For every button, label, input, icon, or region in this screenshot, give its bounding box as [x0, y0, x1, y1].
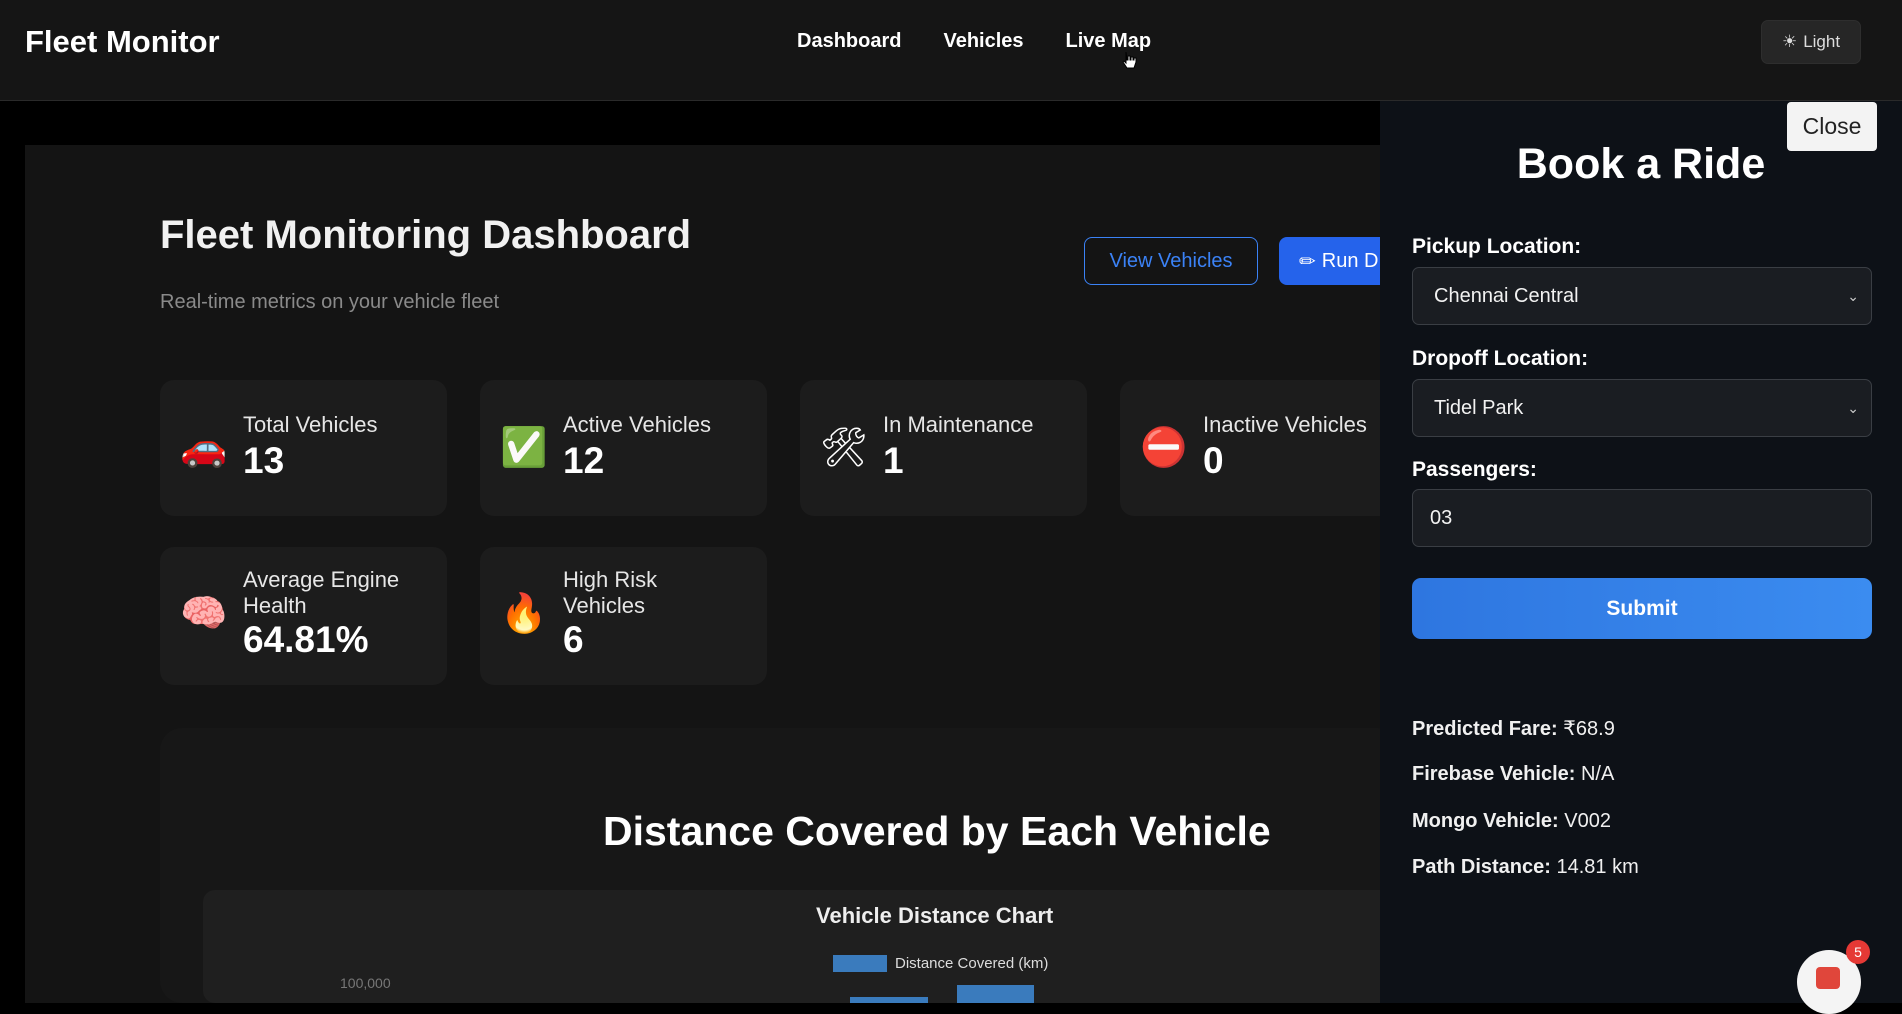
stat-value: 13: [243, 440, 285, 481]
stat-card-high-risk: 🔥 High Risk Vehicles 6: [480, 547, 767, 685]
main-nav: Dashboard Vehicles Live Map: [797, 30, 1151, 53]
result-value: 14.81 km: [1556, 856, 1639, 878]
fire-icon: 🔥: [500, 593, 548, 635]
result-path-distance: Path Distance: 14.81 km: [1412, 856, 1639, 879]
stat-value: 12: [563, 440, 605, 481]
stat-label: Total Vehicles: [243, 412, 378, 437]
page-title: Fleet Monitoring Dashboard: [160, 213, 692, 257]
stat-label: Active Vehicles: [563, 412, 711, 437]
brain-icon: 🧠: [180, 593, 228, 635]
notification-badge: 5: [1846, 940, 1870, 964]
chevron-down-icon: ⌄: [1847, 288, 1859, 304]
nav-dashboard[interactable]: Dashboard: [797, 30, 901, 53]
car-icon: 🚗: [180, 427, 228, 469]
nav-live-map[interactable]: Live Map: [1066, 30, 1152, 53]
result-predicted-fare: Predicted Fare: ₹68.9: [1412, 716, 1615, 741]
result-label: Path Distance:: [1412, 856, 1551, 878]
notification-icon: [1816, 967, 1840, 989]
pencil-icon: ✏: [1299, 250, 1316, 273]
stat-label: Inactive Vehicles: [1203, 412, 1367, 437]
check-icon: ✅: [500, 427, 548, 469]
page-subtitle: Real-time metrics on your vehicle fleet: [160, 291, 500, 313]
stat-label: In Maintenance: [883, 412, 1034, 437]
brand-logo[interactable]: Fleet Monitor: [25, 24, 220, 60]
chart-bar[interactable]: [850, 997, 928, 1003]
result-label: Firebase Vehicle:: [1412, 763, 1576, 785]
chart-legend[interactable]: Distance Covered (km): [833, 955, 1048, 972]
view-vehicles-button[interactable]: View Vehicles: [1084, 237, 1258, 285]
tools-icon: 🛠: [820, 427, 869, 469]
legend-swatch: [833, 955, 887, 972]
dropoff-selected-value: Tidel Park: [1434, 396, 1524, 419]
result-firebase-vehicle: Firebase Vehicle: N/A: [1412, 763, 1614, 786]
result-label: Mongo Vehicle:: [1412, 810, 1559, 832]
chevron-down-icon: ⌄: [1847, 400, 1859, 416]
stat-card-inactive-vehicles: ⛔ Inactive Vehicles 0: [1120, 380, 1380, 516]
legend-label: Distance Covered (km): [895, 955, 1049, 972]
sun-icon: ☀: [1781, 32, 1798, 51]
stat-label: High Risk Vehicles: [563, 567, 658, 618]
dropoff-label: Dropoff Location:: [1412, 347, 1589, 370]
top-navbar: Fleet Monitor Dashboard Vehicles Live Ma…: [0, 0, 1902, 101]
passengers-input[interactable]: 03: [1412, 489, 1872, 547]
pickup-selected-value: Chennai Central: [1434, 284, 1579, 307]
no-entry-icon: ⛔: [1140, 427, 1188, 469]
passengers-value: 03: [1430, 506, 1453, 529]
passengers-label: Passengers:: [1412, 458, 1537, 481]
result-value: ₹68.9: [1563, 718, 1615, 740]
nav-vehicles[interactable]: Vehicles: [943, 30, 1023, 53]
submit-button[interactable]: Submit: [1412, 578, 1872, 639]
mouse-pointer-icon: [1122, 51, 1137, 69]
result-mongo-vehicle: Mongo Vehicle: V002: [1412, 810, 1611, 833]
run-button-label: Run D: [1321, 249, 1379, 272]
dropoff-select[interactable]: Tidel Park ⌄: [1412, 379, 1872, 437]
panel-title: Book a Ride: [1516, 140, 1766, 188]
theme-toggle-button[interactable]: ☀ Light: [1761, 20, 1861, 64]
result-label: Predicted Fare:: [1412, 718, 1558, 740]
pickup-label: Pickup Location:: [1412, 235, 1582, 258]
chart-bar[interactable]: [957, 985, 1034, 1003]
stat-value: 0: [1203, 440, 1224, 481]
result-value: V002: [1564, 810, 1611, 832]
stat-value: 64.81%: [243, 619, 369, 660]
stat-card-engine-health: 🧠 Average Engine Health 64.81%: [160, 547, 447, 685]
stat-card-active-vehicles: ✅ Active Vehicles 12: [480, 380, 767, 516]
stat-label: Average Engine Health: [243, 567, 400, 618]
y-axis-tick: 100,000: [340, 975, 391, 991]
theme-toggle-label: Light: [1803, 32, 1841, 51]
stat-value: 6: [563, 619, 584, 660]
pickup-select[interactable]: Chennai Central ⌄: [1412, 267, 1872, 325]
stat-card-total-vehicles: 🚗 Total Vehicles 13: [160, 380, 447, 516]
stat-value: 1: [883, 440, 904, 481]
stat-card-in-maintenance: 🛠 In Maintenance 1: [800, 380, 1087, 516]
result-value: N/A: [1580, 763, 1615, 785]
